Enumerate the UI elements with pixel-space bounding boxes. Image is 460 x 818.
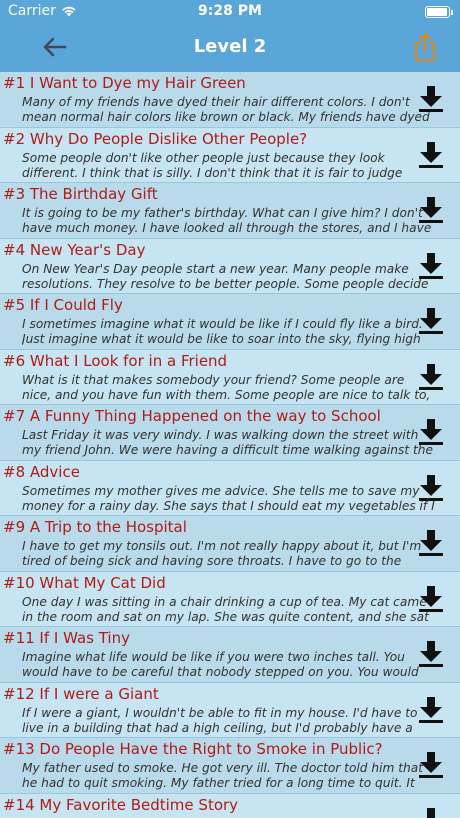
story-title: #3 The Birthday Gift: [3, 185, 158, 203]
story-row[interactable]: #5 If I Could Fly I sometimes imagine wha…: [0, 294, 460, 350]
download-icon: [419, 419, 443, 445]
download-icon: [419, 585, 443, 612]
download-button[interactable]: [414, 526, 448, 560]
battery-icon: [425, 6, 453, 18]
story-excerpt: Imagine what life would be like if you w…: [22, 650, 419, 679]
story-title: #2 Why Do People Dislike Other People?: [3, 129, 308, 148]
story-row[interactable]: #14 My Favorite Bedtime Story: [0, 793, 460, 818]
navigation-bar: Level 2: [0, 24, 460, 72]
story-title: #10 What My Cat Did: [3, 573, 166, 592]
download-button[interactable]: [414, 415, 448, 449]
story-title: #4 New Year's Day: [3, 240, 146, 259]
story-excerpt: Some people don't like other people just…: [22, 150, 403, 180]
download-icon: [419, 197, 443, 223]
download-icon: [419, 308, 443, 334]
download-button[interactable]: [414, 582, 448, 616]
story-excerpt: I have to get my tonsils out. I'm not re…: [22, 539, 422, 568]
story-title: #11 If I Was Tiny: [3, 629, 130, 647]
story-row[interactable]: #11 If I Was Tiny Imagine what life would…: [0, 627, 460, 683]
story-excerpt: My father used to smoke. He got very ill…: [22, 761, 424, 790]
story-title: #12 If I were a Giant: [3, 684, 159, 703]
story-row[interactable]: #8 Advice Sometimes my mother gives me ad…: [0, 460, 460, 516]
story-title: #9 A Trip to the Hospital: [3, 518, 187, 536]
download-button[interactable]: [414, 637, 448, 671]
story-excerpt: It is going to be my father's birthday. …: [22, 206, 432, 235]
story-row[interactable]: #3 The Birthday Gift It is going to be my…: [0, 183, 460, 239]
story-title: #5 If I Could Fly: [3, 296, 123, 314]
story-row[interactable]: #12 If I were a Giant If I were a giant, …: [0, 682, 460, 738]
story-row[interactable]: #1 I Want to Dye my Hair Green Many of my…: [0, 72, 460, 128]
download-icon: [419, 641, 443, 667]
story-excerpt: On New Year's Day people start a new yea…: [22, 261, 429, 291]
story-title: #1 I Want to Dye my Hair Green: [3, 74, 246, 92]
download-icon: [419, 474, 443, 501]
story-excerpt: What is it that makes somebody your frie…: [22, 372, 431, 402]
download-icon: [419, 252, 443, 279]
story-title: #14 My Favorite Bedtime Story: [3, 795, 239, 814]
story-list[interactable]: #1 I Want to Dye my Hair Green Many of my…: [0, 72, 460, 818]
download-button[interactable]: [414, 304, 448, 338]
story-row[interactable]: #6 What I Look for in a Friend What is it…: [0, 349, 460, 405]
download-button[interactable]: [414, 471, 448, 505]
share-button[interactable]: [408, 30, 442, 64]
story-excerpt: One day I was sitting in a chair drinkin…: [22, 594, 429, 624]
download-button[interactable]: [414, 138, 448, 172]
download-button[interactable]: [414, 82, 448, 116]
story-row[interactable]: #4 New Year's Day On New Year's Day peopl…: [0, 238, 460, 294]
story-excerpt: Many of my friends have dyed their hair …: [22, 95, 430, 124]
story-row[interactable]: #13 Do People Have the Right to Smoke in…: [0, 738, 460, 794]
download-icon: [419, 141, 443, 168]
download-button[interactable]: [414, 693, 448, 727]
story-title: #13 Do People Have the Right to Smoke in…: [3, 740, 383, 758]
download-button[interactable]: [414, 748, 448, 782]
share-icon: [415, 33, 435, 61]
story-title: #8 Advice: [3, 462, 80, 481]
download-button[interactable]: [414, 193, 448, 227]
story-row[interactable]: #2 Why Do People Dislike Other People? So…: [0, 127, 460, 183]
story-row[interactable]: #10 What My Cat Did One day I was sitting…: [0, 571, 460, 627]
download-button[interactable]: [414, 249, 448, 283]
download-icon: [420, 807, 442, 818]
status-time: 9:28 PM: [198, 3, 262, 19]
download-icon: [419, 696, 443, 723]
story-row[interactable]: #7 A Funny Thing Happened on the way to …: [0, 405, 460, 461]
story-excerpt: I sometimes imagine what it would be lik…: [22, 317, 423, 346]
story-excerpt: If I were a giant, I wouldn't be able to…: [22, 705, 418, 735]
page-title: Level 2: [193, 36, 267, 57]
story-excerpt: Sometimes my mother gives me advice. She…: [22, 483, 435, 513]
story-excerpt: Last Friday it was very windy. I was wal…: [22, 428, 434, 457]
download-icon: [419, 530, 443, 556]
download-icon: [419, 363, 443, 390]
story-row[interactable]: #9 A Trip to the Hospital I have to get m…: [0, 516, 460, 572]
story-title: #7 A Funny Thing Happened on the way to …: [3, 407, 381, 425]
download-button[interactable]: [414, 804, 448, 818]
status-bar: Carrier 9:28 PM: [0, 0, 460, 24]
download-button[interactable]: [414, 360, 448, 394]
download-icon: [419, 752, 443, 778]
story-title: #6 What I Look for in a Friend: [3, 351, 228, 370]
download-icon: [419, 86, 443, 112]
